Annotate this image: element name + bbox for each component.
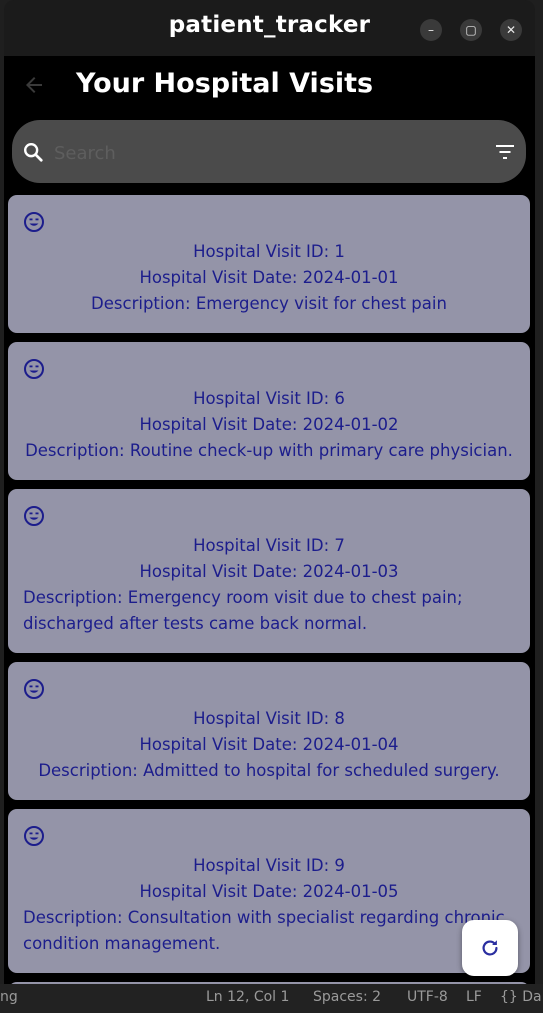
search-input[interactable] <box>52 134 476 172</box>
status-indentation[interactable]: Spaces: 2 <box>313 989 381 1005</box>
visit-date: Hospital Visit Date: 2024-01-04 <box>139 735 399 754</box>
visit-card[interactable]: Hospital Visit ID: 9 Hospital Visit Date… <box>8 809 530 973</box>
visit-card[interactable]: Hospital Visit ID: 6 Hospital Visit Date… <box>8 342 530 480</box>
status-cursor-position[interactable]: Ln 12, Col 1 <box>206 989 289 1005</box>
status-encoding[interactable]: UTF-8 <box>407 989 448 1005</box>
visit-description: Description: Admitted to hospital for sc… <box>38 761 500 780</box>
visit-id: Hospital Visit ID: 8 <box>193 709 345 728</box>
refresh-icon <box>482 940 498 956</box>
app-content: Your Hospital Visits Hospital Visit ID: … <box>4 56 535 992</box>
maximize-button[interactable]: ▢ <box>460 19 482 41</box>
back-arrow-icon[interactable] <box>22 73 46 97</box>
visit-description: Description: Emergency room visit due to… <box>23 588 463 633</box>
status-eol[interactable]: LF <box>466 989 482 1005</box>
refresh-button[interactable] <box>462 920 518 976</box>
smiley-face-icon <box>24 212 44 232</box>
status-language[interactable]: {} Da <box>500 989 542 1005</box>
smiley-face-icon <box>24 679 44 699</box>
visit-description: Description: Routine check-up with prima… <box>25 441 513 460</box>
visit-card[interactable]: Hospital Visit ID: 8 Hospital Visit Date… <box>8 662 530 800</box>
smiley-face-icon <box>24 359 44 379</box>
page-title: Your Hospital Visits <box>76 68 374 99</box>
status-left: ng <box>0 989 18 1005</box>
visit-description: Description: Emergency visit for chest p… <box>91 294 447 313</box>
visit-description: Description: Consultation with specialis… <box>23 908 505 953</box>
close-button[interactable]: ✕ <box>500 19 522 41</box>
window-titlebar: patient_tracker – ▢ ✕ <box>4 0 535 56</box>
visit-id: Hospital Visit ID: 1 <box>193 242 345 261</box>
visit-card[interactable]: Hospital Visit ID: 7 Hospital Visit Date… <box>8 489 530 653</box>
visit-list: Hospital Visit ID: 1 Hospital Visit Date… <box>8 195 530 992</box>
minimize-button[interactable]: – <box>420 19 442 41</box>
visit-id: Hospital Visit ID: 6 <box>193 389 345 408</box>
visit-date: Hospital Visit Date: 2024-01-03 <box>139 562 399 581</box>
window-title: patient_tracker <box>168 12 371 38</box>
search-icon <box>24 143 43 162</box>
visit-date: Hospital Visit Date: 2024-01-05 <box>139 882 399 901</box>
editor-statusbar: ng Ln 12, Col 1 Spaces: 2 UTF-8 LF {} Da <box>0 984 543 1013</box>
visit-date: Hospital Visit Date: 2024-01-01 <box>139 268 399 287</box>
smiley-face-icon <box>24 506 44 526</box>
visit-card[interactable]: Hospital Visit ID: 1 Hospital Visit Date… <box>8 195 530 333</box>
smiley-face-icon <box>24 826 44 846</box>
visit-id: Hospital Visit ID: 9 <box>193 856 345 875</box>
app-bar: Your Hospital Visits <box>4 56 535 114</box>
search-bar[interactable] <box>12 120 526 183</box>
visit-id: Hospital Visit ID: 7 <box>193 536 345 555</box>
filter-icon[interactable] <box>495 142 515 162</box>
visit-date: Hospital Visit Date: 2024-01-02 <box>139 415 399 434</box>
